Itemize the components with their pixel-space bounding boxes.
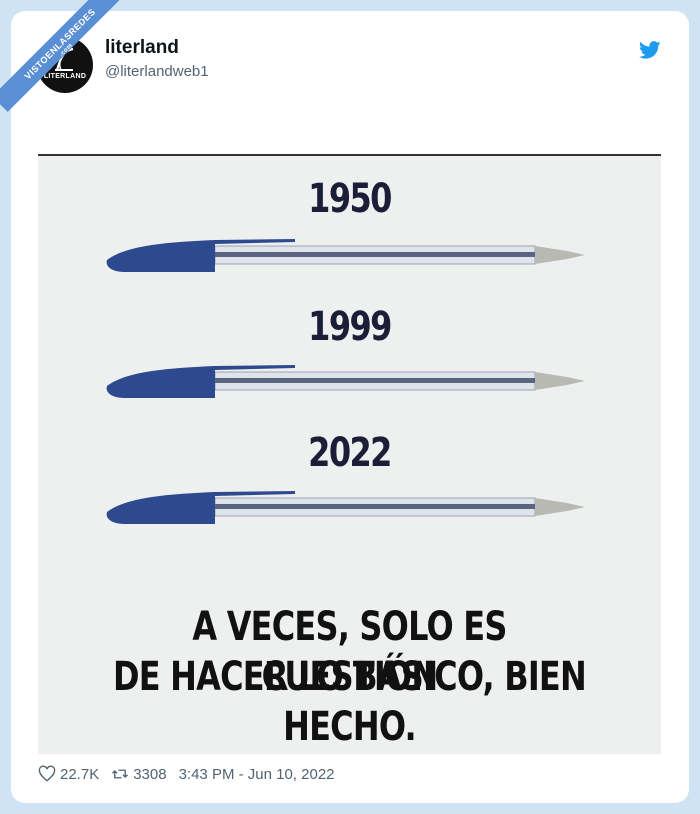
caption-line: DE HACER LO BÁSICO, BIEN HECHO. [113, 654, 587, 750]
pen-illustration [106, 239, 585, 272]
year-label: 1999 [308, 304, 392, 350]
retweet-button[interactable]: 3308 [111, 765, 167, 783]
like-count: 22.7K [60, 765, 100, 783]
tweet-footer: 22.7K 3308 3:43 PM - Jun 10, 2022 [38, 763, 335, 785]
account-handle[interactable]: @literlandweb1 [105, 63, 209, 80]
like-button[interactable]: 22.7K [38, 765, 99, 783]
account-name[interactable]: literland [105, 37, 179, 59]
twitter-bird-icon[interactable] [639, 39, 661, 61]
retweet-icon [112, 769, 129, 779]
heart-icon [38, 765, 56, 782]
pen-illustration [106, 491, 585, 524]
retweet-count: 3308 [133, 765, 167, 783]
year-label: 2022 [308, 430, 392, 476]
tweet-card: VISTOENLASREDES .com LITERLAND literland… [0, 0, 689, 803]
pen-illustration [106, 365, 585, 398]
year-label: 1950 [308, 176, 392, 222]
tweet-image[interactable]: 1950 1999 2022 A VECES, SOLO ES CUESTIÓN… [38, 154, 661, 754]
timestamp[interactable]: 3:43 PM - Jun 10, 2022 [179, 766, 335, 783]
